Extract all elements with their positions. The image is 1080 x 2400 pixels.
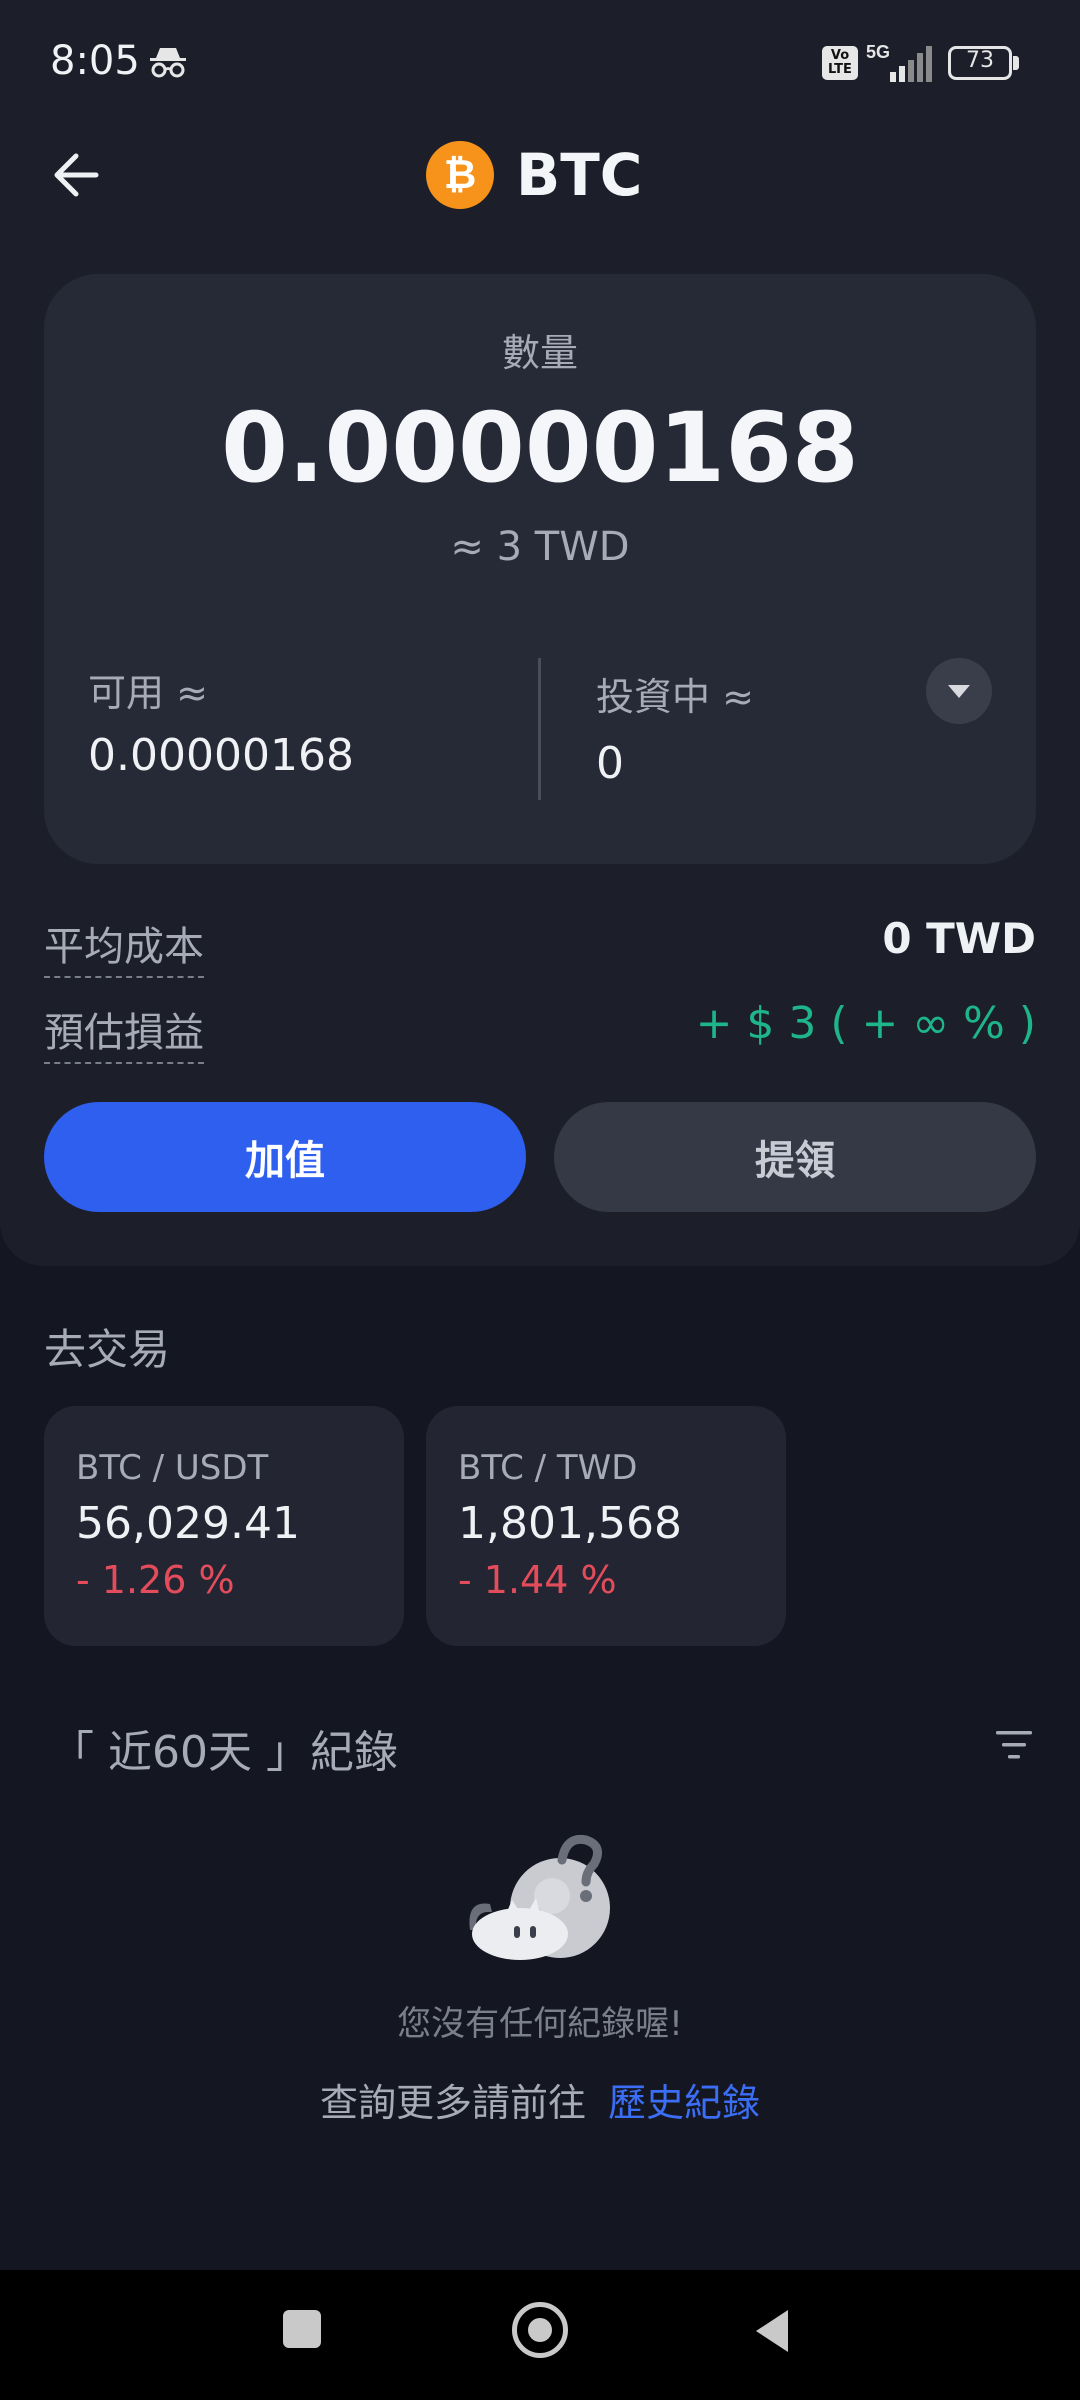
arrow-left-icon[interactable] <box>44 140 114 210</box>
chevron-down-icon <box>948 685 970 698</box>
history-link[interactable]: 歷史紀錄 <box>608 2081 760 2125</box>
quantity-value: 0.00000168 <box>221 392 859 504</box>
pair-change: - 1.44 % <box>458 1558 617 1602</box>
available-label: 可用 ≈ <box>88 671 208 715</box>
history-link-row: 查詢更多請前往 歷史紀錄 <box>0 2072 1080 2127</box>
volte-icon: Vo LTE <box>822 46 858 80</box>
battery-level: 73 <box>966 48 994 73</box>
system-nav-bar <box>0 2270 1080 2400</box>
trading-pair-card[interactable]: BTC / USDT 56,029.41 - 1.26 % <box>44 1406 404 1646</box>
bitcoin-icon: ₿ <box>426 141 494 209</box>
estimated-pnl-value: + $ 3 ( + ∞ % ) <box>695 998 1036 1049</box>
pair-name: BTC / TWD <box>458 1448 638 1488</box>
empty-state-illustration <box>469 1834 610 1960</box>
trading-pair-card[interactable]: BTC / TWD 1,801,568 - 1.44 % <box>426 1406 786 1646</box>
divider <box>538 658 541 800</box>
withdraw-button[interactable]: 提領 <box>554 1102 1036 1212</box>
status-bar: 8:05 Vo LTE 5G 73 <box>0 0 1080 124</box>
trade-section-title: 去交易 <box>44 1325 171 1374</box>
investing-label: 投資中 ≈ <box>596 675 754 719</box>
deposit-button[interactable]: 加值 <box>44 1102 526 1212</box>
recents-icon[interactable] <box>283 2310 321 2348</box>
pair-price: 56,029.41 <box>76 1498 300 1549</box>
page-header: ₿ BTC <box>426 140 642 210</box>
investing-value: 0 <box>596 738 624 789</box>
average-cost-label[interactable]: 平均成本 <box>44 914 204 978</box>
quantity-fiat-value: ≈ 3 TWD <box>450 524 630 570</box>
filter-icon[interactable] <box>994 1728 1034 1762</box>
back-triangle-icon[interactable] <box>752 2306 792 2356</box>
average-cost-value: 0 TWD <box>882 914 1036 963</box>
home-icon[interactable] <box>512 2302 568 2358</box>
estimated-pnl-label[interactable]: 預估損益 <box>44 1000 204 1064</box>
page-title: BTC <box>516 141 643 209</box>
network-type: 5G <box>866 42 890 62</box>
records-title: 「 近60天 」紀錄 <box>50 1727 398 1778</box>
empty-state-text: 您沒有任何紀錄喔! <box>397 2004 683 2044</box>
history-prefix: 查詢更多請前往 <box>319 2081 586 2125</box>
pair-price: 1,801,568 <box>458 1498 682 1549</box>
incognito-icon <box>150 48 186 78</box>
balance-card: 數量 0.00000168 ≈ 3 TWD 可用 ≈ 0.00000168 投資… <box>44 274 1036 864</box>
expand-button[interactable] <box>926 658 992 724</box>
available-value: 0.00000168 <box>88 730 354 781</box>
status-time: 8:05 <box>50 38 140 84</box>
quantity-label: 數量 <box>501 331 578 375</box>
battery-icon: 73 <box>948 46 1020 80</box>
signal-icon: 5G <box>866 42 932 82</box>
pair-change: - 1.26 % <box>76 1558 235 1602</box>
pair-name: BTC / USDT <box>76 1448 269 1488</box>
